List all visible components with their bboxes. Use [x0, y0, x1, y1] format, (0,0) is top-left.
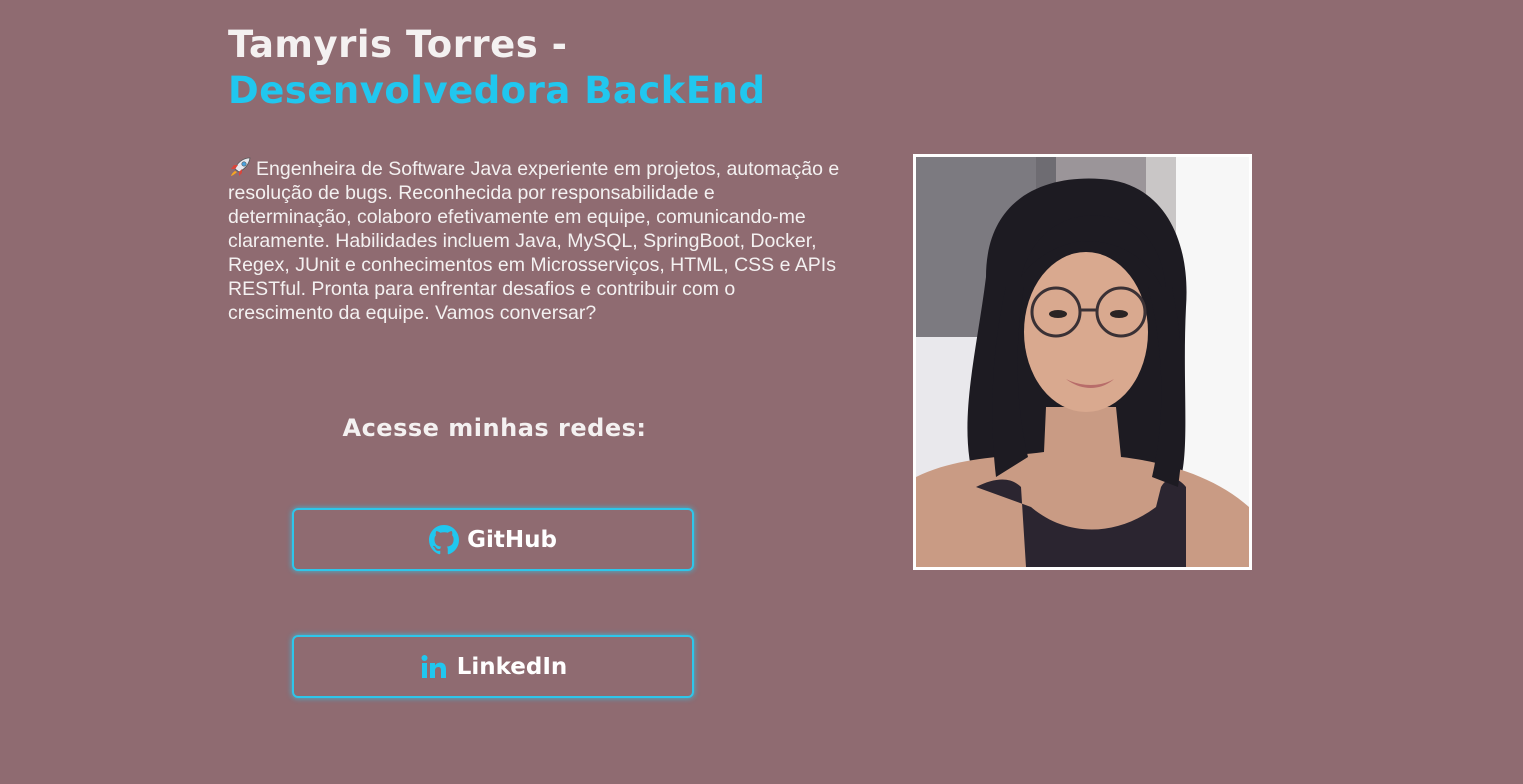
github-button[interactable]: GitHub [292, 508, 694, 571]
profile-portrait-image [916, 157, 1249, 567]
name-heading: Tamyris Torres - [228, 23, 568, 66]
networks-title: Acesse minhas redes: [342, 414, 647, 442]
role-heading: Desenvolvedora BackEnd [228, 69, 766, 112]
github-label: GitHub [467, 526, 557, 553]
profile-photo [913, 154, 1252, 570]
bio-paragraph: Engenheira de Software Java experiente e… [228, 156, 840, 325]
linkedin-label: LinkedIn [456, 653, 568, 680]
linkedin-button[interactable]: LinkedIn [292, 635, 694, 698]
linkedin-icon [419, 652, 449, 682]
rocket-icon [228, 156, 252, 178]
page-title: Tamyris Torres - Desenvolvedora BackEnd [228, 22, 840, 114]
intro-section: Tamyris Torres - Desenvolvedora BackEnd … [228, 22, 840, 345]
bio-text: Engenheira de Software Java experiente e… [228, 158, 840, 324]
github-icon [429, 524, 460, 555]
